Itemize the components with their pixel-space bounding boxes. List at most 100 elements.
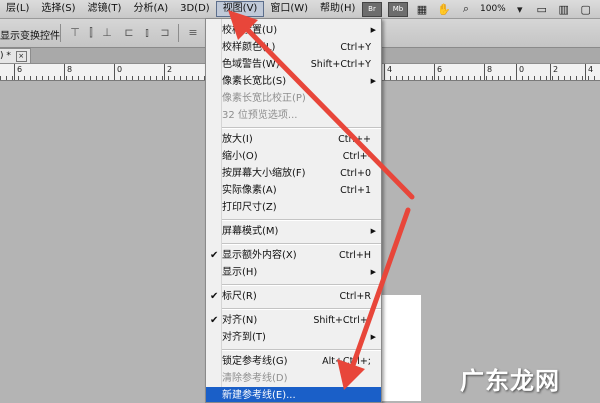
checkmark-icon: ✔ bbox=[210, 315, 219, 326]
options-separator bbox=[60, 24, 61, 42]
menu-help[interactable]: 帮助(H) bbox=[314, 0, 361, 18]
screen-mode-icon[interactable]: ▭ bbox=[534, 3, 550, 16]
view-menu-item-shortcut: Alt+Ctrl+; bbox=[322, 356, 371, 367]
align-right-icon[interactable]: ⊐ bbox=[158, 26, 172, 40]
view-menu-item-label: 缩小(O) bbox=[222, 151, 258, 162]
view-menu-item-label: 显示额外内容(X) bbox=[222, 250, 297, 261]
view-menu-item-label: 锁定参考线(G) bbox=[222, 356, 288, 367]
view-menu-item-label: 对齐(N) bbox=[222, 315, 258, 326]
mini-bridge-button[interactable]: Mb bbox=[388, 1, 408, 17]
menu-layer[interactable]: 层(L) bbox=[0, 0, 35, 18]
distribute-top-icon[interactable]: ≡ bbox=[186, 26, 200, 40]
ruler-major-tick bbox=[114, 64, 115, 80]
view-menu-item-label: 打印尺寸(Z) bbox=[222, 202, 277, 213]
view-menu-item-label: 按屏幕大小缩放(F) bbox=[222, 168, 306, 179]
menu-separator bbox=[222, 243, 381, 245]
view-menu-item-shortcut: Ctrl++ bbox=[338, 134, 371, 145]
view-menu-item[interactable]: ✔ 显示额外内容(X) Ctrl+H bbox=[206, 247, 381, 264]
menu-separator bbox=[222, 349, 381, 351]
menu-analysis[interactable]: 分析(A) bbox=[127, 0, 174, 18]
menu-separator bbox=[222, 308, 381, 310]
checkmark-icon: ✔ bbox=[210, 250, 219, 261]
ruler-major-tick bbox=[384, 64, 385, 80]
show-transform-controls-label[interactable]: 显示变换控件 bbox=[0, 27, 60, 42]
view-menu-item[interactable]: 屏幕模式(M) ▶ bbox=[206, 223, 381, 240]
ruler-number: 2 bbox=[553, 65, 559, 74]
ruler-major-tick bbox=[64, 64, 65, 80]
menu-select[interactable]: 选择(S) bbox=[35, 0, 81, 18]
ruler-number: 8 bbox=[487, 65, 493, 74]
menu-filter[interactable]: 滤镜(T) bbox=[82, 0, 128, 18]
view-menu-item[interactable]: 按屏幕大小缩放(F) Ctrl+0 bbox=[206, 165, 381, 182]
view-menu-item[interactable]: 锁定参考线(G) Alt+Ctrl+; bbox=[206, 353, 381, 370]
view-menu-item-shortcut: Ctrl+1 bbox=[340, 185, 371, 196]
menu-view[interactable]: 视图(V) bbox=[215, 1, 265, 17]
close-icon[interactable]: × bbox=[15, 51, 27, 62]
view-menu-item[interactable]: 实际像素(A) Ctrl+1 bbox=[206, 182, 381, 199]
view-menu-item-shortcut: Shift+Ctrl+; bbox=[313, 315, 371, 326]
view-menu-item[interactable]: 缩小(O) Ctrl+- bbox=[206, 148, 381, 165]
options-separator bbox=[178, 24, 179, 42]
view-menu-item-label: 像素长宽比校正(P) bbox=[222, 93, 306, 104]
submenu-arrow-icon: ▶ bbox=[370, 268, 376, 276]
align-left-icon[interactable]: ⊏ bbox=[122, 26, 136, 40]
view-menu-item-label: 标尺(R) bbox=[222, 291, 257, 302]
view-menu-item-label: 校样设置(U) bbox=[222, 25, 278, 36]
ruler-number: 4 bbox=[588, 65, 594, 74]
menu-3d[interactable]: 3D(D) bbox=[174, 0, 216, 18]
view-menu-item[interactable]: 放大(I) Ctrl++ bbox=[206, 131, 381, 148]
view-extras-icon[interactable]: ▦ bbox=[414, 3, 430, 16]
document-tab[interactable]: ) * × bbox=[0, 48, 31, 64]
view-menu-item-label: 显示(H) bbox=[222, 267, 258, 278]
view-menu-item: 清除参考线(D) bbox=[206, 370, 381, 387]
bridge-button[interactable]: Br bbox=[362, 1, 382, 17]
view-menu-item[interactable]: 打印尺寸(Z) bbox=[206, 199, 381, 216]
view-menu-item[interactable]: 对齐到(T) ▶ bbox=[206, 329, 381, 346]
view-menu-item-label: 像素长宽比(S) bbox=[222, 76, 287, 87]
watermark: 广东龙网 bbox=[460, 367, 560, 395]
ruler-number: 6 bbox=[437, 65, 443, 74]
ruler-number: 0 bbox=[519, 65, 525, 74]
align-hcenter-icon[interactable]: ⫾ bbox=[140, 26, 154, 40]
screen-mode-toggle-icon[interactable]: ▢ bbox=[578, 3, 594, 16]
view-menu-item-shortcut: Ctrl+Y bbox=[340, 42, 371, 53]
view-menu-item-shortcut: Shift+Ctrl+Y bbox=[310, 59, 371, 70]
menu-separator bbox=[222, 219, 381, 221]
view-menu-item-label: 清除参考线(D) bbox=[222, 373, 288, 384]
submenu-arrow-icon: ▶ bbox=[370, 77, 376, 85]
ruler-number: 2 bbox=[167, 65, 173, 74]
ruler-number: 0 bbox=[117, 65, 123, 74]
submenu-arrow-icon: ▶ bbox=[370, 26, 376, 34]
view-menu-item-label: 屏幕模式(M) bbox=[222, 226, 279, 237]
view-menu-item[interactable]: ✔ 对齐(N) Shift+Ctrl+; bbox=[206, 312, 381, 329]
align-bottom-icon[interactable]: ⊥ bbox=[100, 26, 114, 40]
ruler-major-tick bbox=[585, 64, 586, 80]
view-menu-item[interactable]: ✔ 标尺(R) Ctrl+R bbox=[206, 288, 381, 305]
view-menu-dropdown: 校样设置(U) ▶ 校样颜色(L) Ctrl+Y 色域警告(W) Shift+Ctrl+Y… bbox=[205, 18, 382, 403]
menu-bar: 层(L) 选择(S) 滤镜(T) 分析(A) 3D(D) 视图(V) 窗口(W)… bbox=[0, 0, 600, 19]
view-menu-item-shortcut: Ctrl+H bbox=[338, 250, 371, 261]
view-menu-item[interactable]: 校样颜色(L) Ctrl+Y bbox=[206, 39, 381, 56]
chevron-down-icon[interactable]: ▾ bbox=[512, 3, 528, 16]
menu-window[interactable]: 窗口(W) bbox=[264, 0, 314, 18]
view-menu-item-label: 色域警告(W) bbox=[222, 59, 280, 70]
ruler-number: 4 bbox=[387, 65, 393, 74]
zoom-tool-icon[interactable]: ⌕ bbox=[458, 2, 474, 16]
view-menu-item[interactable]: 像素长宽比(S) ▶ bbox=[206, 73, 381, 90]
submenu-arrow-icon: ▶ bbox=[370, 333, 376, 341]
view-menu-item[interactable]: 显示(H) ▶ bbox=[206, 264, 381, 281]
align-top-icon[interactable]: ⊤ bbox=[68, 26, 82, 40]
view-menu-item-label: 校样颜色(L) bbox=[222, 42, 276, 53]
ruler-number: 6 bbox=[17, 65, 23, 74]
align-vcenter-icon[interactable]: ⫿ bbox=[84, 26, 98, 40]
menu-separator bbox=[222, 284, 381, 286]
document-canvas[interactable] bbox=[378, 295, 421, 401]
view-menu-item-label: 实际像素(A) bbox=[222, 185, 277, 196]
hand-tool-icon[interactable]: ✋ bbox=[436, 3, 452, 16]
ruler-major-tick bbox=[484, 64, 485, 80]
checkmark-icon: ✔ bbox=[210, 291, 219, 302]
view-menu-item[interactable]: 色域警告(W) Shift+Ctrl+Y bbox=[206, 56, 381, 73]
view-menu-item[interactable]: 校样设置(U) ▶ bbox=[206, 22, 381, 39]
zoom-level[interactable]: 100% bbox=[480, 4, 506, 14]
arrange-documents-icon[interactable]: ▥ bbox=[556, 3, 572, 16]
